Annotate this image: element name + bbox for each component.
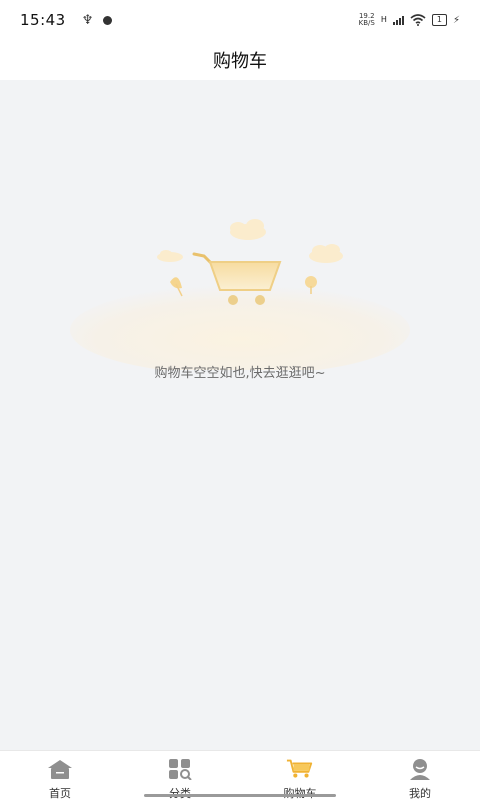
- status-left-icons: ♆: [82, 13, 113, 28]
- home-icon: [46, 757, 74, 781]
- cart-icon: [286, 757, 314, 781]
- page-title: 购物车: [213, 51, 267, 72]
- profile-icon: [406, 757, 434, 781]
- dot-icon: [103, 15, 113, 25]
- tab-profile[interactable]: 我的: [360, 751, 480, 801]
- header: 购物车: [0, 40, 480, 80]
- empty-cart-message: 购物车空空如也,快去逛逛吧~: [154, 366, 326, 381]
- tab-home[interactable]: 首页: [0, 751, 120, 801]
- battery-icon: 1: [431, 14, 447, 26]
- tab-home-label: 首页: [49, 787, 71, 800]
- tab-profile-label: 我的: [409, 787, 431, 800]
- status-time: 15:43: [20, 11, 66, 29]
- status-bar: 15:43 ♆ 19.2 KB/S H 1 ⚡: [0, 0, 480, 40]
- tab-cart-label: 购物车: [284, 785, 317, 801]
- network-type: H: [380, 15, 387, 24]
- signal-icon: [392, 15, 404, 25]
- empty-cart-icon: [70, 219, 410, 370]
- network-speed: 19.2 KB/S: [359, 13, 375, 27]
- usb-icon: ♆: [81, 12, 94, 28]
- home-indicator[interactable]: [144, 794, 336, 797]
- network-speed-unit: KB/S: [358, 19, 375, 27]
- wifi-icon: [410, 14, 426, 26]
- category-icon: [166, 757, 194, 781]
- tab-category-label: 分类: [169, 785, 191, 801]
- status-right-icons: 19.2 KB/S H 1 ⚡: [359, 13, 460, 27]
- charging-icon: ⚡: [452, 14, 460, 26]
